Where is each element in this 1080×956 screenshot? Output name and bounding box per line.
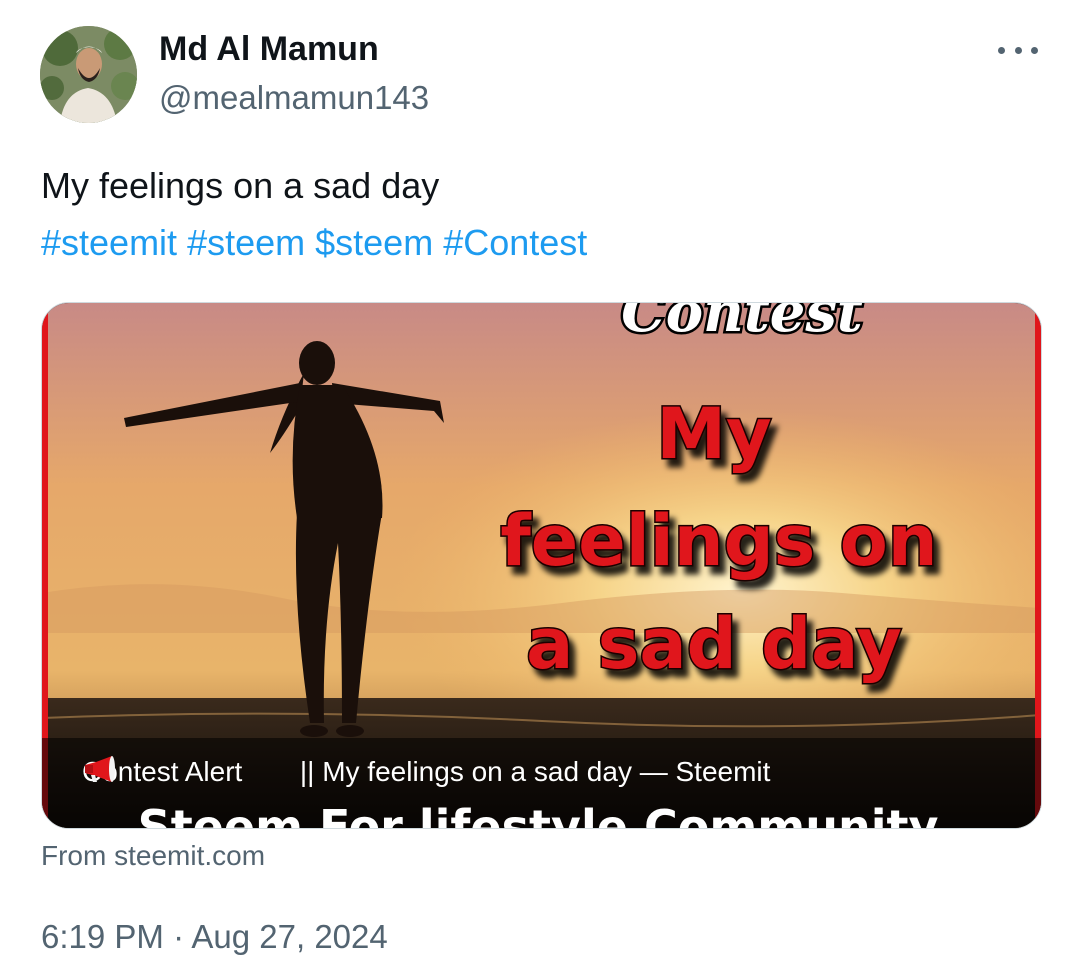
- card-caption-end: || My feelings on a sad day — Steemit: [299, 756, 771, 787]
- tweet-text: My feelings on a sad day: [41, 165, 440, 206]
- user-handle[interactable]: @mealmamun143: [159, 79, 429, 117]
- more-horizontal-icon[interactable]: [998, 36, 1038, 64]
- display-name[interactable]: Md Al Mamun: [159, 30, 379, 69]
- hashtag-link[interactable]: #steem: [187, 222, 305, 263]
- link-preview-card[interactable]: Contest My feelings on a sad day Steem F…: [41, 302, 1042, 829]
- card-title-line: My: [656, 393, 771, 475]
- dot: [1014, 46, 1022, 54]
- tweet-timestamp[interactable]: 6:19 PM · Aug 27, 2024: [41, 918, 388, 956]
- cashtag-link[interactable]: $steem: [315, 222, 433, 263]
- card-source[interactable]: From steemit.com: [41, 840, 265, 872]
- card-title-line: a sad day: [526, 603, 902, 685]
- card-text-bottom: Steem For lifestyle Community: [138, 800, 939, 828]
- avatar[interactable]: [40, 26, 137, 123]
- dot: [1031, 46, 1038, 54]
- hashtag-link[interactable]: #Contest: [443, 222, 587, 263]
- card-caption: Contest Alert || My feelings on a sad da…: [82, 756, 770, 788]
- dot: [998, 46, 1005, 54]
- card-image: Contest My feelings on a sad day Steem F…: [42, 303, 1041, 828]
- card-title-line: feelings on: [500, 500, 937, 582]
- card-text-top: Contest: [621, 303, 863, 345]
- megaphone-icon: [85, 756, 288, 785]
- hashtag-link[interactable]: #steemit: [41, 222, 177, 263]
- hashtag-list: #steemit #steem $steem #Contest: [41, 222, 597, 264]
